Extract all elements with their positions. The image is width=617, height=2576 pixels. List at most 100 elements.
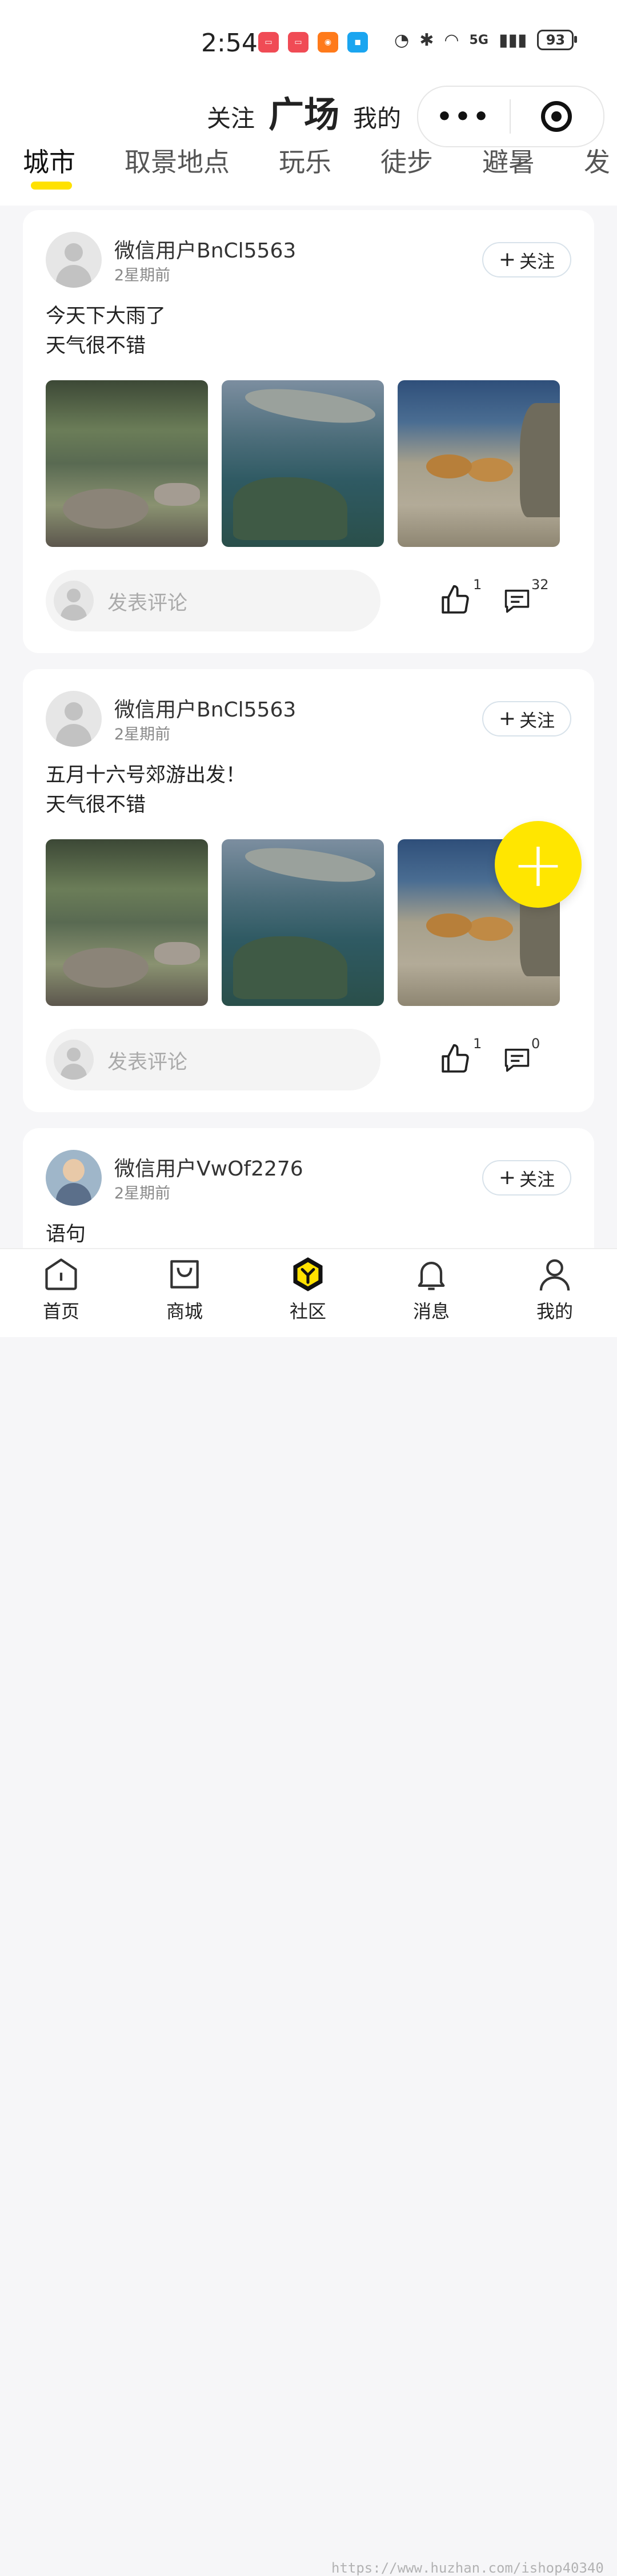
bottom-nav: 首页 商城 社区 消息 我的 https://www.huzhan.com/is…	[0, 1248, 617, 2576]
signal-icon: ▮▮▮	[498, 30, 527, 50]
follow-label: 关注	[519, 710, 555, 731]
speed-icon: ◔	[394, 30, 410, 50]
nav-item-messages[interactable]: 消息	[388, 1255, 474, 1323]
follow-label: 关注	[519, 1169, 555, 1190]
post-image-aquarium[interactable]	[222, 839, 384, 1006]
nav-item-community[interactable]: 社区	[265, 1255, 351, 1323]
status-time: 2:54	[201, 29, 258, 58]
follow-button[interactable]: + 关注	[482, 1160, 571, 1196]
home-icon	[45, 1258, 77, 1290]
header: 关注 广场 我的 ••• 城市 取景地点 玩乐 徒步 避暑 发	[0, 74, 617, 206]
plus-icon: +	[498, 248, 516, 271]
comment-input[interactable]: 发表评论	[46, 1029, 380, 1090]
post-card: 微信用户BnCl5563 2星期前 + 关注 今天下大雨了 天气很不错 发表评论…	[23, 210, 594, 653]
nav-label: 我的	[536, 1301, 573, 1322]
post-images	[46, 380, 560, 547]
follow-button[interactable]: + 关注	[482, 701, 571, 736]
comment-icon[interactable]	[502, 586, 532, 615]
plus-icon: +	[498, 707, 516, 730]
comment-count: 32	[531, 577, 549, 593]
post-images	[46, 839, 560, 1006]
close-mini-program-button[interactable]	[511, 101, 602, 132]
nav-item-mall[interactable]: 商城	[142, 1255, 227, 1323]
huawei-app-icon: ▭	[258, 32, 279, 53]
post-image-cave[interactable]	[46, 380, 208, 547]
post-actions: 1 32	[439, 577, 564, 621]
wifi-icon: ◠	[444, 30, 459, 50]
community-icon	[293, 1257, 323, 1291]
like-count: 1	[473, 1036, 482, 1052]
tab-follow[interactable]: 关注	[207, 99, 255, 134]
follow-label: 关注	[519, 251, 555, 272]
category-tab-summer[interactable]: 避暑	[482, 142, 535, 179]
status-app-icons: ▭ ▭ ◉ ◼	[258, 32, 368, 53]
thumbs-up-icon[interactable]	[439, 1043, 472, 1076]
user-name[interactable]: 微信用户VwOf2276	[114, 1152, 303, 1182]
plus-icon: +	[511, 828, 565, 901]
category-tab-more[interactable]: 发	[584, 142, 610, 179]
post-line: 天气很不错	[46, 794, 146, 816]
status-bar: 2:54 ▭ ▭ ◉ ◼ ◔ ✱ ◠ 5G ▮▮▮ 93	[0, 0, 617, 74]
avatar[interactable]	[46, 691, 102, 747]
category-tab-fun[interactable]: 玩乐	[279, 142, 331, 179]
post-time: 2星期前	[114, 1185, 171, 1202]
nav-label: 社区	[289, 1301, 326, 1322]
nav-label: 商城	[166, 1301, 203, 1322]
huawei-app-icon: ▭	[288, 32, 308, 53]
battery-level: 93	[546, 32, 566, 48]
tab-square[interactable]: 广场	[269, 86, 339, 137]
more-icon[interactable]: •••	[418, 102, 510, 131]
active-tab-indicator	[31, 182, 72, 190]
network-label: 5G	[469, 33, 488, 47]
post-time: 2星期前	[114, 267, 171, 284]
comment-avatar	[54, 1040, 94, 1080]
top-tabs: 关注 广场 我的	[207, 86, 401, 137]
tab-mine[interactable]: 我的	[353, 99, 401, 134]
user-icon	[539, 1259, 570, 1291]
comment-avatar	[54, 581, 94, 621]
comment-placeholder: 发表评论	[107, 592, 188, 615]
post-image-cave[interactable]	[46, 839, 208, 1006]
category-tab-location[interactable]: 取景地点	[125, 142, 230, 179]
post-time: 2星期前	[114, 726, 171, 743]
nav-item-mine[interactable]: 我的	[512, 1255, 598, 1323]
post-text: 语句	[46, 1219, 86, 1249]
battery-indicator: 93	[537, 30, 578, 50]
create-post-button[interactable]: +	[495, 821, 582, 908]
thumbs-up-icon[interactable]	[439, 583, 472, 617]
category-tab-city[interactable]: 城市	[23, 142, 75, 190]
avatar[interactable]	[46, 232, 102, 288]
post-line: 语句	[46, 1223, 86, 1246]
post-text: 今天下大雨了 天气很不错	[46, 301, 166, 361]
status-indicators: ◔ ✱ ◠ 5G ▮▮▮ 93	[394, 30, 578, 50]
category-label: 城市	[23, 147, 75, 178]
nav-item-home[interactable]: 首页	[18, 1255, 104, 1323]
shopping-bag-icon	[170, 1260, 199, 1289]
avatar[interactable]	[46, 1150, 102, 1206]
category-tabs: 城市 取景地点 玩乐 徒步 避暑 发	[23, 142, 610, 190]
user-name[interactable]: 微信用户BnCl5563	[114, 693, 296, 723]
target-icon	[541, 101, 572, 132]
nav-label: 首页	[42, 1301, 79, 1322]
mini-program-capsule: •••	[417, 86, 604, 147]
comment-input[interactable]: 发表评论	[46, 570, 380, 631]
post-actions: 1 0	[439, 1036, 564, 1080]
post-line: 五月十六号郊游出发！	[46, 764, 246, 787]
comment-placeholder: 发表评论	[107, 1051, 188, 1074]
plus-icon: +	[498, 1166, 516, 1189]
nav-label: 消息	[412, 1301, 450, 1322]
post-image-aquarium[interactable]	[222, 380, 384, 547]
category-tab-hiking[interactable]: 徒步	[380, 142, 433, 179]
follow-button[interactable]: + 关注	[482, 242, 571, 277]
comment-count: 0	[531, 1036, 540, 1052]
post-text: 五月十六号郊游出发！ 天气很不错	[46, 760, 246, 820]
kuaishou-icon: ◉	[318, 32, 338, 53]
message-app-icon: ◼	[347, 32, 368, 53]
like-count: 1	[473, 577, 482, 593]
bell-icon	[418, 1262, 445, 1290]
post-image-capybara[interactable]	[398, 380, 560, 547]
post-line: 天气很不错	[46, 335, 146, 357]
post-line: 今天下大雨了	[46, 305, 166, 328]
user-name[interactable]: 微信用户BnCl5563	[114, 234, 296, 264]
comment-icon[interactable]	[502, 1045, 532, 1074]
